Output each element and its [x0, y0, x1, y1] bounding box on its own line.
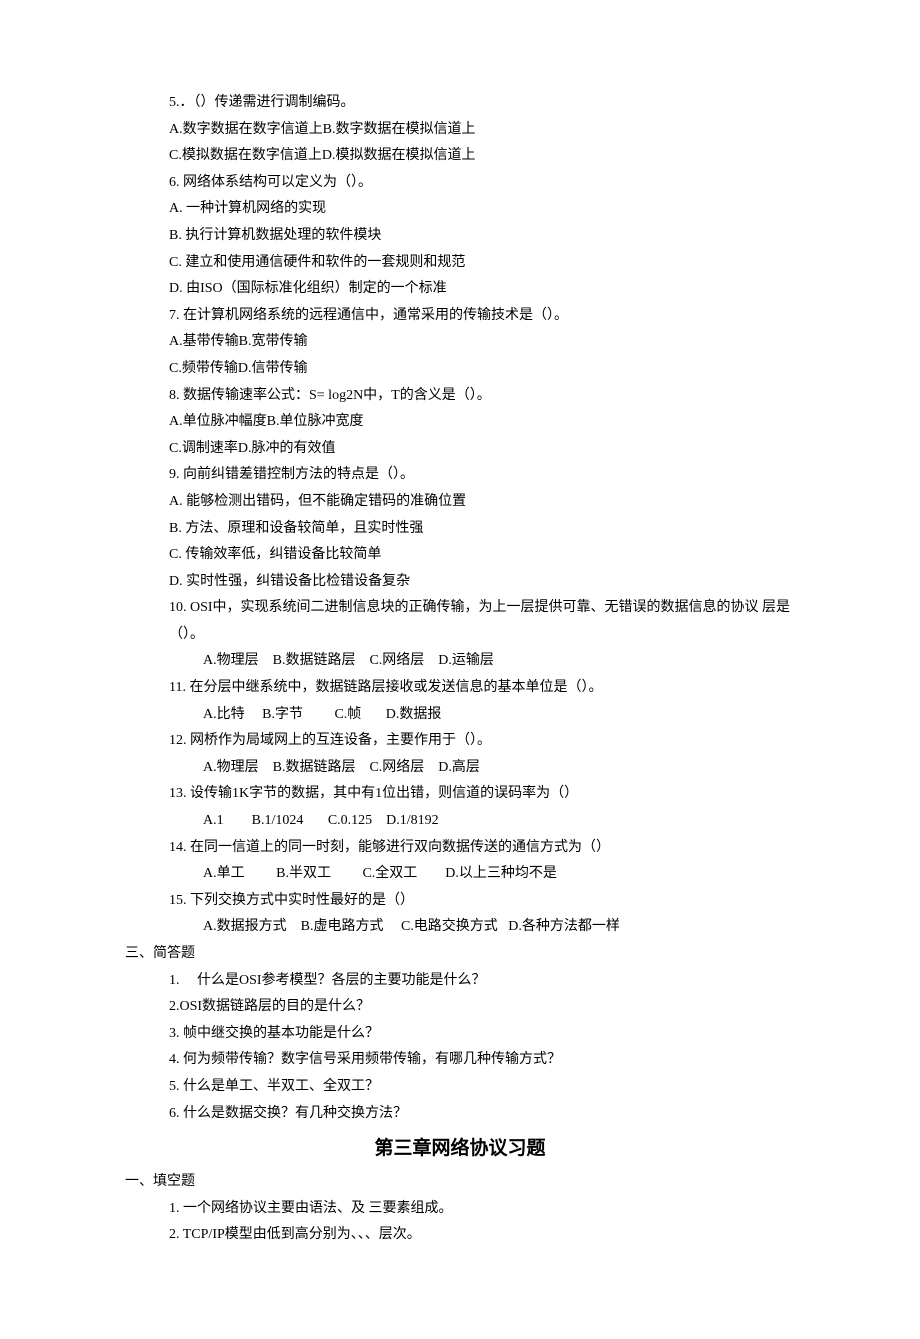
text-line: A.比特 B.字节 C.帧 D.数据报	[125, 702, 795, 729]
section-heading-fill-blank: 一、填空题	[125, 1169, 795, 1196]
text-line: 1. 一个网络协议主要由语法、及 三要素组成。	[125, 1196, 795, 1223]
text-line: 14. 在同一信道上的同一时刻，能够进行双向数据传送的通信方式为（）	[125, 835, 795, 862]
text-line: A. 一种计算机网络的实现	[125, 196, 795, 223]
document-page: 5.．（）传递需进行调制编码。A.数字数据在数字信道上B.数字数据在模拟信道上C…	[0, 0, 920, 1339]
text-line: A.单工 B.半双工 C.全双工 D.以上三种均不是	[125, 861, 795, 888]
fill-blank-lines: 1. 一个网络协议主要由语法、及 三要素组成。2. TCP/IP模型由低到高分别…	[125, 1196, 795, 1249]
text-line: A.1 B.1/1024 C.0.125 D.1/8192	[125, 808, 795, 835]
text-line: A.物理层 B.数据链路层 C.网络层 D.运输层	[125, 648, 795, 675]
text-line: 5.．（）传递需进行调制编码。	[125, 90, 795, 117]
text-line: A.基带传输B.宽带传输	[125, 329, 795, 356]
text-line: 9. 向前纠错差错控制方法的特点是（）。	[125, 462, 795, 489]
text-line: A.物理层 B.数据链路层 C.网络层 D.高层	[125, 755, 795, 782]
text-line: C.频带传输D.信带传输	[125, 356, 795, 383]
text-line: 2. TCP/IP模型由低到高分别为、、、层次。	[125, 1222, 795, 1249]
chapter-title: 第三章网络协议习题	[125, 1131, 795, 1167]
text-line: A.数据报方式 B.虚电路方式 C.电路交换方式 D.各种方法都一样	[125, 914, 795, 941]
text-line: C. 传输效率低，纠错设备比较简单	[125, 542, 795, 569]
text-line: 7. 在计算机网络系统的远程通信中，通常采用的传输技术是（）。	[125, 303, 795, 330]
text-line: 6. 网络体系结构可以定义为（）。	[125, 170, 795, 197]
text-line: 15. 下列交换方式中实时性最好的是（）	[125, 888, 795, 915]
text-line: 11. 在分层中继系统中，数据链路层接收或发送信息的基本单位是（）。	[125, 675, 795, 702]
text-line: 13. 设传输1K字节的数据，其中有1位出错，则信道的误码率为（）	[125, 781, 795, 808]
text-line: D. 由ISO（国际标准化组织）制定的一个标准	[125, 276, 795, 303]
text-line: 8. 数据传输速率公式：S= log2N中，T的含义是（）。	[125, 383, 795, 410]
text-line: 5. 什么是单工、半双工、全双工？	[125, 1074, 795, 1101]
text-line: B. 执行计算机数据处理的软件模块	[125, 223, 795, 250]
text-line: 2.OSI数据链路层的目的是什么？	[125, 994, 795, 1021]
text-line: A. 能够检测出错码，但不能确定错码的准确位置	[125, 489, 795, 516]
text-line: 6. 什么是数据交换？有几种交换方法？	[125, 1101, 795, 1128]
text-line: A.数字数据在数字信道上B.数字数据在模拟信道上	[125, 117, 795, 144]
text-line: 三、简答题	[125, 941, 795, 968]
content-lines: 5.．（）传递需进行调制编码。A.数字数据在数字信道上B.数字数据在模拟信道上C…	[125, 90, 795, 1127]
text-line: C.模拟数据在数字信道上D.模拟数据在模拟信道上	[125, 143, 795, 170]
text-line: C.调制速率D.脉冲的有效值	[125, 436, 795, 463]
text-line: C. 建立和使用通信硬件和软件的一套规则和规范	[125, 250, 795, 277]
text-line: 4. 何为频带传输？数字信号采用频带传输，有哪几种传输方式？	[125, 1047, 795, 1074]
text-line: B. 方法、原理和设备较简单，且实时性强	[125, 516, 795, 543]
text-line: 1. 什么是OSI参考模型？各层的主要功能是什么？	[125, 968, 795, 995]
text-line: 12. 网桥作为局域网上的互连设备，主要作用于（）。	[125, 728, 795, 755]
text-line: 3. 帧中继交换的基本功能是什么？	[125, 1021, 795, 1048]
text-line: D. 实时性强，纠错设备比检错设备复杂	[125, 569, 795, 596]
text-line: 10. OSI中，实现系统间二进制信息块的正确传输，为上一层提供可靠、无错误的数…	[125, 595, 795, 648]
text-line: A.单位脉冲幅度B.单位脉冲宽度	[125, 409, 795, 436]
